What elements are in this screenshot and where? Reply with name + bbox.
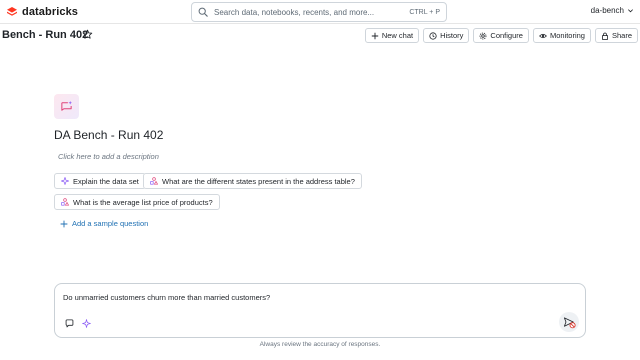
workspace-switcher[interactable]: da-bench: [591, 6, 634, 15]
sparkle-icon[interactable]: [82, 319, 91, 328]
databricks-logo-icon: [7, 7, 17, 16]
header-actions: New chat History Configure Monitoring Sh…: [364, 28, 638, 43]
history-icon: [429, 31, 437, 40]
add-sample-question-label: Add a sample question: [72, 219, 149, 228]
sample-question-label: What are the different states present in…: [162, 176, 355, 186]
chevron-down-icon: [628, 9, 633, 13]
sample-question-label: Explain the data set: [73, 176, 139, 186]
monitoring-button[interactable]: Monitoring: [532, 28, 591, 43]
databricks-logo[interactable]: databricks: [6, 5, 78, 19]
star-icon[interactable]: [82, 29, 93, 40]
lock-icon: [602, 32, 608, 40]
send-disabled-icon: [563, 316, 576, 328]
page-header: Bench - Run 402 New chat History Configu…: [0, 25, 640, 47]
sparkle-icon: [61, 177, 69, 185]
description-placeholder[interactable]: Click here to add a description: [58, 152, 159, 161]
new-chat-label: New chat: [381, 31, 414, 40]
share-button[interactable]: Share: [594, 28, 638, 43]
workspace-name: da-bench: [590, 6, 624, 15]
brand-name: databricks: [22, 6, 79, 18]
search-shortcut: CTRL + P: [409, 8, 440, 16]
configure-button[interactable]: Configure: [473, 28, 529, 43]
history-label: History: [440, 31, 464, 40]
history-button[interactable]: History: [423, 28, 470, 43]
shapes-icon: [150, 177, 158, 185]
chat-composer[interactable]: Do unmarried customers churn more than m…: [54, 283, 586, 338]
configure-label: Configure: [490, 31, 523, 40]
genie-space-icon: [54, 94, 79, 119]
top-bar: databricks Search data, notebooks, recen…: [0, 0, 640, 24]
chat-bubble-icon[interactable]: [65, 319, 74, 328]
new-chat-button[interactable]: New chat: [364, 28, 420, 43]
add-sample-question-link[interactable]: Add a sample question: [60, 219, 148, 228]
share-label: Share: [611, 31, 632, 40]
chat-input-text[interactable]: Do unmarried customers churn more than m…: [63, 293, 270, 302]
search-placeholder: Search data, notebooks, recents, and mor…: [214, 7, 375, 17]
sample-question-chip[interactable]: What are the different states present in…: [143, 173, 362, 189]
page-title: Bench - Run 402: [2, 29, 89, 41]
space-title: DA Bench - Run 402: [54, 128, 164, 142]
sample-question-label: What is the average list price of produc…: [73, 197, 213, 207]
search-icon: [198, 7, 208, 17]
monitoring-label: Monitoring: [549, 31, 585, 40]
shapes-icon: [61, 198, 69, 206]
sample-question-chip[interactable]: Explain the data set: [54, 173, 146, 189]
plus-icon: [371, 32, 379, 39]
eye-icon: [538, 33, 547, 38]
chat-sparkle-icon: [61, 100, 73, 111]
accuracy-disclaimer: Always review the accuracy of responses.: [259, 341, 381, 348]
gear-icon: [480, 32, 487, 39]
search-input[interactable]: Search data, notebooks, recents, and mor…: [191, 2, 447, 22]
plus-icon: [60, 220, 68, 227]
sample-question-chip[interactable]: What is the average list price of produc…: [54, 194, 220, 210]
send-button[interactable]: [559, 312, 579, 332]
composer-tools: [65, 319, 91, 328]
